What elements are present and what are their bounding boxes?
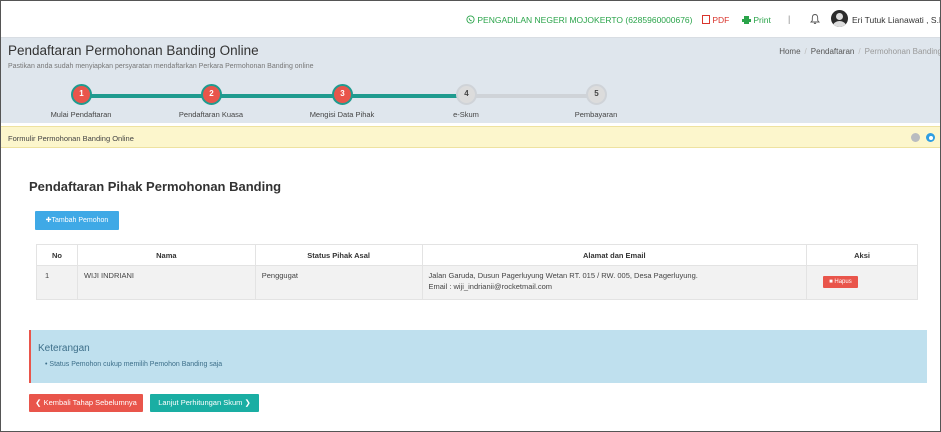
- refresh-icon[interactable]: [926, 133, 935, 142]
- top-navbar: PENGADILAN NEGERI MOJOKERTO (62859600006…: [1, 1, 941, 38]
- form-title-bar: Formulir Permohonan Banding Online: [1, 126, 940, 148]
- col-header-alamat: Alamat dan Email: [421, 244, 808, 266]
- add-applicant-button[interactable]: ✚Tambah Pemohon: [35, 211, 119, 230]
- info-heading: Keterangan: [38, 343, 90, 354]
- collapse-icon[interactable]: [911, 133, 920, 142]
- cell-alamat: Jalan Garuda, Dusun Pagerluyung Wetan RT…: [421, 265, 808, 300]
- chevron-right-icon: ❯: [244, 398, 251, 407]
- next-button[interactable]: Lanjut Perhitungan Skum ❯: [150, 394, 259, 412]
- step-2-circle[interactable]: 2: [201, 84, 222, 105]
- cell-nama: WIJI INDRIANI: [76, 265, 256, 300]
- breadcrumb-pendaftaran[interactable]: Pendaftaran: [811, 47, 855, 56]
- step-4-label: e-Skum: [453, 110, 479, 119]
- cell-status: Penggugat: [254, 265, 423, 300]
- pdf-label: PDF: [712, 15, 730, 25]
- info-callout: Keterangan • Status Pemohon cukup memili…: [29, 330, 927, 383]
- email-text: Email : wiji_indrianii@rocketmail.com: [428, 282, 552, 291]
- delete-label: Hapus: [834, 279, 852, 285]
- step-1-label: Mulai Pendaftaran: [50, 110, 112, 119]
- page-subtitle: Pastikan anda sudah menyiapkan persyarat…: [8, 63, 314, 70]
- bell-icon[interactable]: [809, 13, 821, 25]
- step-track-2: [213, 94, 343, 98]
- user-name: Eri Tutuk Lianawati , S.H.: [852, 15, 941, 25]
- step-5-circle: 5: [586, 84, 607, 105]
- col-header-nama: Nama: [76, 244, 256, 266]
- page-header: Pendaftaran Permohonan Banding Online Pa…: [1, 38, 941, 123]
- next-label: Lanjut Perhitungan Skum: [158, 398, 243, 407]
- step-track-1: [81, 94, 213, 98]
- step-3-circle[interactable]: 3: [332, 84, 353, 105]
- step-track-4: [467, 94, 597, 98]
- col-header-status: Status Pihak Asal: [254, 244, 423, 266]
- back-label: Kembali Tahap Sebelumnya: [43, 398, 137, 407]
- step-5-label: Pembayaran: [574, 110, 618, 119]
- step-track-3: [343, 94, 467, 98]
- whatsapp-icon: [466, 15, 475, 24]
- step-3-label: Mengisi Data Pihak: [309, 110, 375, 119]
- step-2-label: Pendaftaran Kuasa: [178, 110, 244, 119]
- form-title: Formulir Permohonan Banding Online: [8, 134, 134, 143]
- chevron-left-icon: ❮: [35, 398, 42, 407]
- col-header-aksi: Aksi: [806, 244, 918, 266]
- user-avatar[interactable]: [831, 10, 848, 27]
- court-contact-link[interactable]: PENGADILAN NEGERI MOJOKERTO (62859600006…: [466, 15, 693, 25]
- step-4-circle: 4: [456, 84, 477, 105]
- delete-button[interactable]: ■ Hapus: [823, 276, 858, 288]
- cell-no: 1: [36, 265, 78, 300]
- back-button[interactable]: ❮ Kembali Tahap Sebelumnya: [29, 394, 143, 412]
- breadcrumb-home[interactable]: Home: [779, 47, 800, 56]
- breadcrumb-current: Permohonan Banding: [864, 47, 941, 56]
- print-link[interactable]: Print: [742, 15, 771, 25]
- address-text: Jalan Garuda, Dusun Pagerluyung Wetan RT…: [428, 271, 698, 280]
- info-item-text: Status Pemohon cukup memilih Pemohon Ban…: [49, 361, 223, 368]
- table-header-row: No Nama Status Pihak Asal Alamat dan Ema…: [36, 244, 918, 266]
- printer-icon: [742, 16, 751, 24]
- topbar-separator: |: [788, 14, 791, 24]
- section-title: Pendaftaran Pihak Permohonan Banding: [29, 179, 282, 194]
- court-contact-text: PENGADILAN NEGERI MOJOKERTO (62859600006…: [477, 15, 693, 25]
- step-1-circle[interactable]: 1: [71, 84, 92, 105]
- print-label: Print: [753, 15, 771, 25]
- pdf-link[interactable]: PDF: [702, 15, 729, 25]
- table-row: 1 WIJI INDRIANI Penggugat Jalan Garuda, …: [36, 265, 918, 300]
- pdf-icon: [702, 15, 710, 24]
- user-menu[interactable]: Eri Tutuk Lianawati , S.H. ▾: [852, 15, 941, 26]
- info-item: • Status Pemohon cukup memilih Pemohon B…: [45, 361, 223, 368]
- applicant-table: No Nama Status Pihak Asal Alamat dan Ema…: [36, 244, 918, 300]
- cell-aksi: ■ Hapus: [806, 265, 918, 300]
- page-frame: PENGADILAN NEGERI MOJOKERTO (62859600006…: [0, 0, 941, 432]
- page-title: Pendaftaran Permohonan Banding Online: [8, 43, 259, 58]
- breadcrumb: Home / Pendaftaran / Permohonan Banding: [779, 47, 941, 56]
- add-applicant-label: Tambah Pemohon: [51, 217, 109, 224]
- col-header-no: No: [36, 244, 78, 266]
